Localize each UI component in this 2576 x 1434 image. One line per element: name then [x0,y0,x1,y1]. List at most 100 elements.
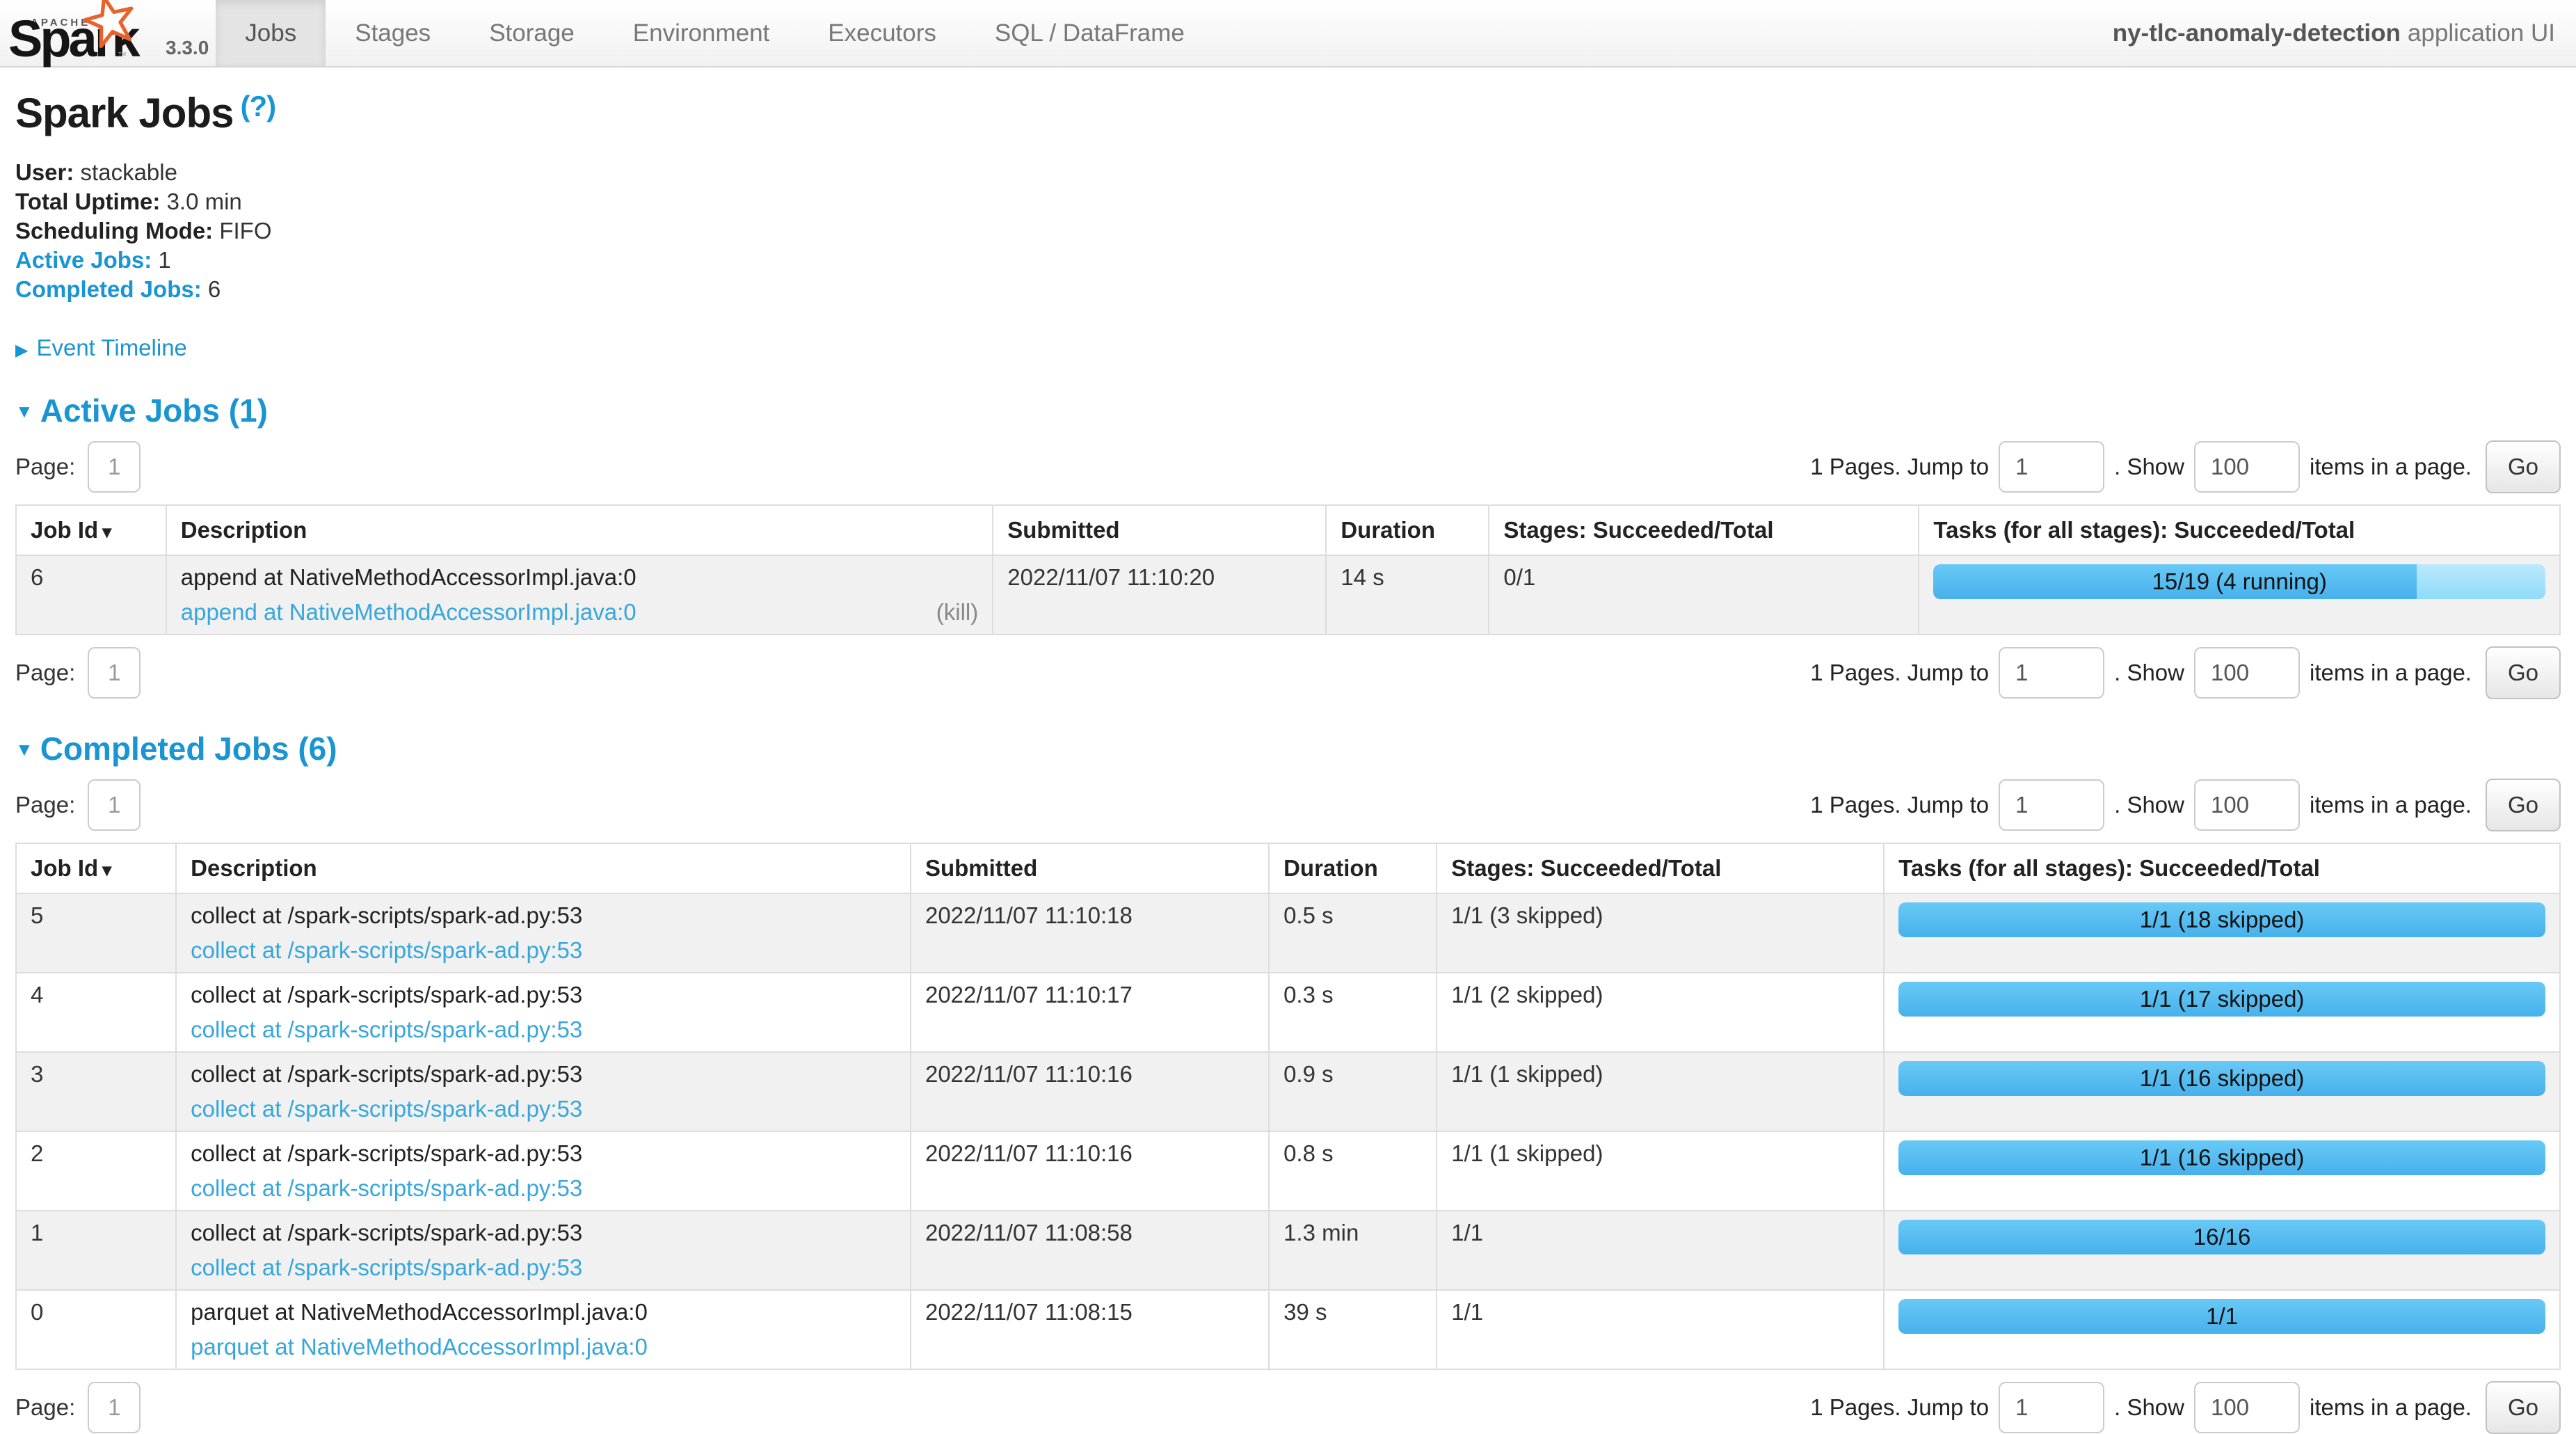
stages-value: 1/1 (3 skipped) [1451,901,1869,930]
column-header-submitted[interactable]: Submitted [911,843,1269,893]
job-description-link[interactable]: collect at /spark-scripts/spark-ad.py:53 [191,936,582,965]
items-per-page-input[interactable] [2194,441,2300,493]
tasks-cell: 1/1 (16 skipped) [1884,1052,2560,1131]
job-description: collect at /spark-scripts/spark-ad.py:53 [191,1139,896,1168]
column-header-description[interactable]: Description [176,843,911,893]
jump-to-page-input[interactable] [1999,647,2104,699]
column-header-description[interactable]: Description [166,505,993,555]
table-row: 4 collect at /spark-scripts/spark-ad.py:… [16,973,2560,1052]
active-jobs-pagination-bottom: Page: 1 Pages. Jump to . Show items in a… [15,646,2561,699]
table-row: 2 collect at /spark-scripts/spark-ad.py:… [16,1131,2560,1211]
tab-storage[interactable]: Storage [460,0,604,66]
description-cell: collect at /spark-scripts/spark-ad.py:53… [176,1131,911,1211]
go-button[interactable]: Go [2486,440,2561,493]
column-header-submitted[interactable]: Submitted [993,505,1326,555]
job-description-link[interactable]: collect at /spark-scripts/spark-ad.py:53 [191,1253,582,1282]
tasks-cell: 1/1 (17 skipped) [1884,973,2560,1052]
tab-stages[interactable]: Stages [326,0,460,66]
column-header-tasks[interactable]: Tasks (for all stages): Succeeded/Total [1919,505,2560,555]
table-row: 0 parquet at NativeMethodAccessorImpl.ja… [16,1290,2560,1369]
table-row: 3 collect at /spark-scripts/spark-ad.py:… [16,1052,2560,1131]
stages-value: 0/1 [1503,563,1904,592]
column-header-job-id[interactable]: Job Id▾ [16,843,176,893]
job-description-link[interactable]: collect at /spark-scripts/spark-ad.py:53 [191,1015,582,1044]
column-header-job-id[interactable]: Job Id▾ [16,505,166,555]
job-description-link[interactable]: append at NativeMethodAccessorImpl.java:… [181,598,637,627]
stages-cell: 1/1 [1437,1290,1884,1369]
job-id-value: 4 [31,980,161,1010]
summary-user: User: stackable [15,158,2561,187]
summary-active-jobs: Active Jobs: 1 [15,246,2561,275]
spark-logo: APACHE Spark ™ [0,0,166,66]
items-per-page-input[interactable] [2194,1382,2300,1433]
go-button[interactable]: Go [2486,646,2561,699]
completed-jobs-link[interactable]: Completed Jobs: [15,276,202,302]
tasks-cell: 15/19 (4 running) [1919,555,2560,635]
job-description: parquet at NativeMethodAccessorImpl.java… [191,1298,896,1327]
tasks-progress-bar: 15/19 (4 running) [1933,564,2545,599]
stages-cell: 1/1 (1 skipped) [1437,1131,1884,1211]
stages-value: 1/1 (1 skipped) [1451,1060,1869,1089]
application-title: ny-tlc-anomaly-detection application UI [2113,0,2576,66]
job-id-header-label: Job Id [31,517,98,543]
progress-label: 1/1 (16 skipped) [1898,1140,2545,1175]
go-button[interactable]: Go [2486,779,2561,831]
submitted-cell: 2022/11/07 11:08:15 [911,1290,1269,1369]
description-cell: parquet at NativeMethodAccessorImpl.java… [176,1290,911,1369]
job-description-link[interactable]: collect at /spark-scripts/spark-ad.py:53 [191,1094,582,1124]
active-jobs-link[interactable]: Active Jobs: [15,247,152,273]
help-link[interactable]: (?) [240,90,275,122]
user-value: stackable [81,159,177,185]
page-number-input[interactable] [88,1382,141,1433]
page-number-input[interactable] [88,647,141,699]
column-header-duration[interactable]: Duration [1269,843,1437,893]
tasks-progress-bar: 1/1 (16 skipped) [1898,1061,2545,1096]
progress-label: 1/1 (17 skipped) [1898,982,2545,1017]
submitted-value: 2022/11/07 11:10:16 [925,1060,1254,1089]
tasks-cell: 1/1 (18 skipped) [1884,893,2560,973]
stages-cell: 1/1 (2 skipped) [1437,973,1884,1052]
submitted-value: 2022/11/07 11:10:18 [925,901,1254,930]
page-number-input[interactable] [88,441,141,493]
completed-jobs-pagination-top: Page: 1 Pages. Jump to . Show items in a… [15,779,2561,831]
submitted-cell: 2022/11/07 11:08:58 [911,1211,1269,1290]
go-button[interactable]: Go [2486,1381,2561,1434]
tab-environment[interactable]: Environment [604,0,799,66]
tab-executors[interactable]: Executors [799,0,966,66]
submitted-value: 2022/11/07 11:10:17 [925,980,1254,1010]
spark-version: 3.3.0 [166,37,209,59]
column-header-stages[interactable]: Stages: Succeeded/Total [1437,843,1884,893]
page-number-input[interactable] [88,779,141,831]
column-header-stages[interactable]: Stages: Succeeded/Total [1489,505,1919,555]
page-content: Spark Jobs(?) User: stackable Total Upti… [0,91,2576,1434]
description-cell: collect at /spark-scripts/spark-ad.py:53… [176,893,911,973]
completed-jobs-section-header[interactable]: ▼Completed Jobs (6) [15,730,2561,767]
column-header-tasks[interactable]: Tasks (for all stages): Succeeded/Total [1884,843,2560,893]
job-id-cell: 1 [16,1211,176,1290]
application-name: ny-tlc-anomaly-detection [2113,19,2401,47]
uptime-value: 3.0 min [167,189,242,214]
column-header-duration[interactable]: Duration [1326,505,1489,555]
job-id-cell: 3 [16,1052,176,1131]
items-per-page-input[interactable] [2194,647,2300,699]
submitted-cell: 2022/11/07 11:10:16 [911,1131,1269,1211]
event-timeline-toggle[interactable]: ▶Event Timeline [15,335,2561,361]
tasks-cell: 16/16 [1884,1211,2560,1290]
stages-cell: 1/1 (3 skipped) [1437,893,1884,973]
sort-desc-icon: ▾ [102,521,111,542]
job-description: collect at /spark-scripts/spark-ad.py:53 [191,1060,896,1089]
submitted-cell: 2022/11/07 11:10:16 [911,1052,1269,1131]
summary-completed-jobs: Completed Jobs: 6 [15,275,2561,304]
items-per-page-input[interactable] [2194,779,2300,831]
progress-label: 15/19 (4 running) [1933,564,2545,599]
duration-value: 0.9 s [1283,1060,1422,1089]
jump-to-page-input[interactable] [1999,1382,2104,1433]
tab-jobs[interactable]: Jobs [216,0,326,66]
active-jobs-section-header[interactable]: ▼Active Jobs (1) [15,392,2561,429]
job-description-link[interactable]: parquet at NativeMethodAccessorImpl.java… [191,1332,648,1362]
job-description-link[interactable]: collect at /spark-scripts/spark-ad.py:53 [191,1174,582,1203]
jump-to-page-input[interactable] [1999,441,2104,493]
kill-link[interactable]: (kill) [936,598,978,627]
tab-sql-dataframe[interactable]: SQL / DataFrame [966,0,1214,66]
jump-to-page-input[interactable] [1999,779,2104,831]
